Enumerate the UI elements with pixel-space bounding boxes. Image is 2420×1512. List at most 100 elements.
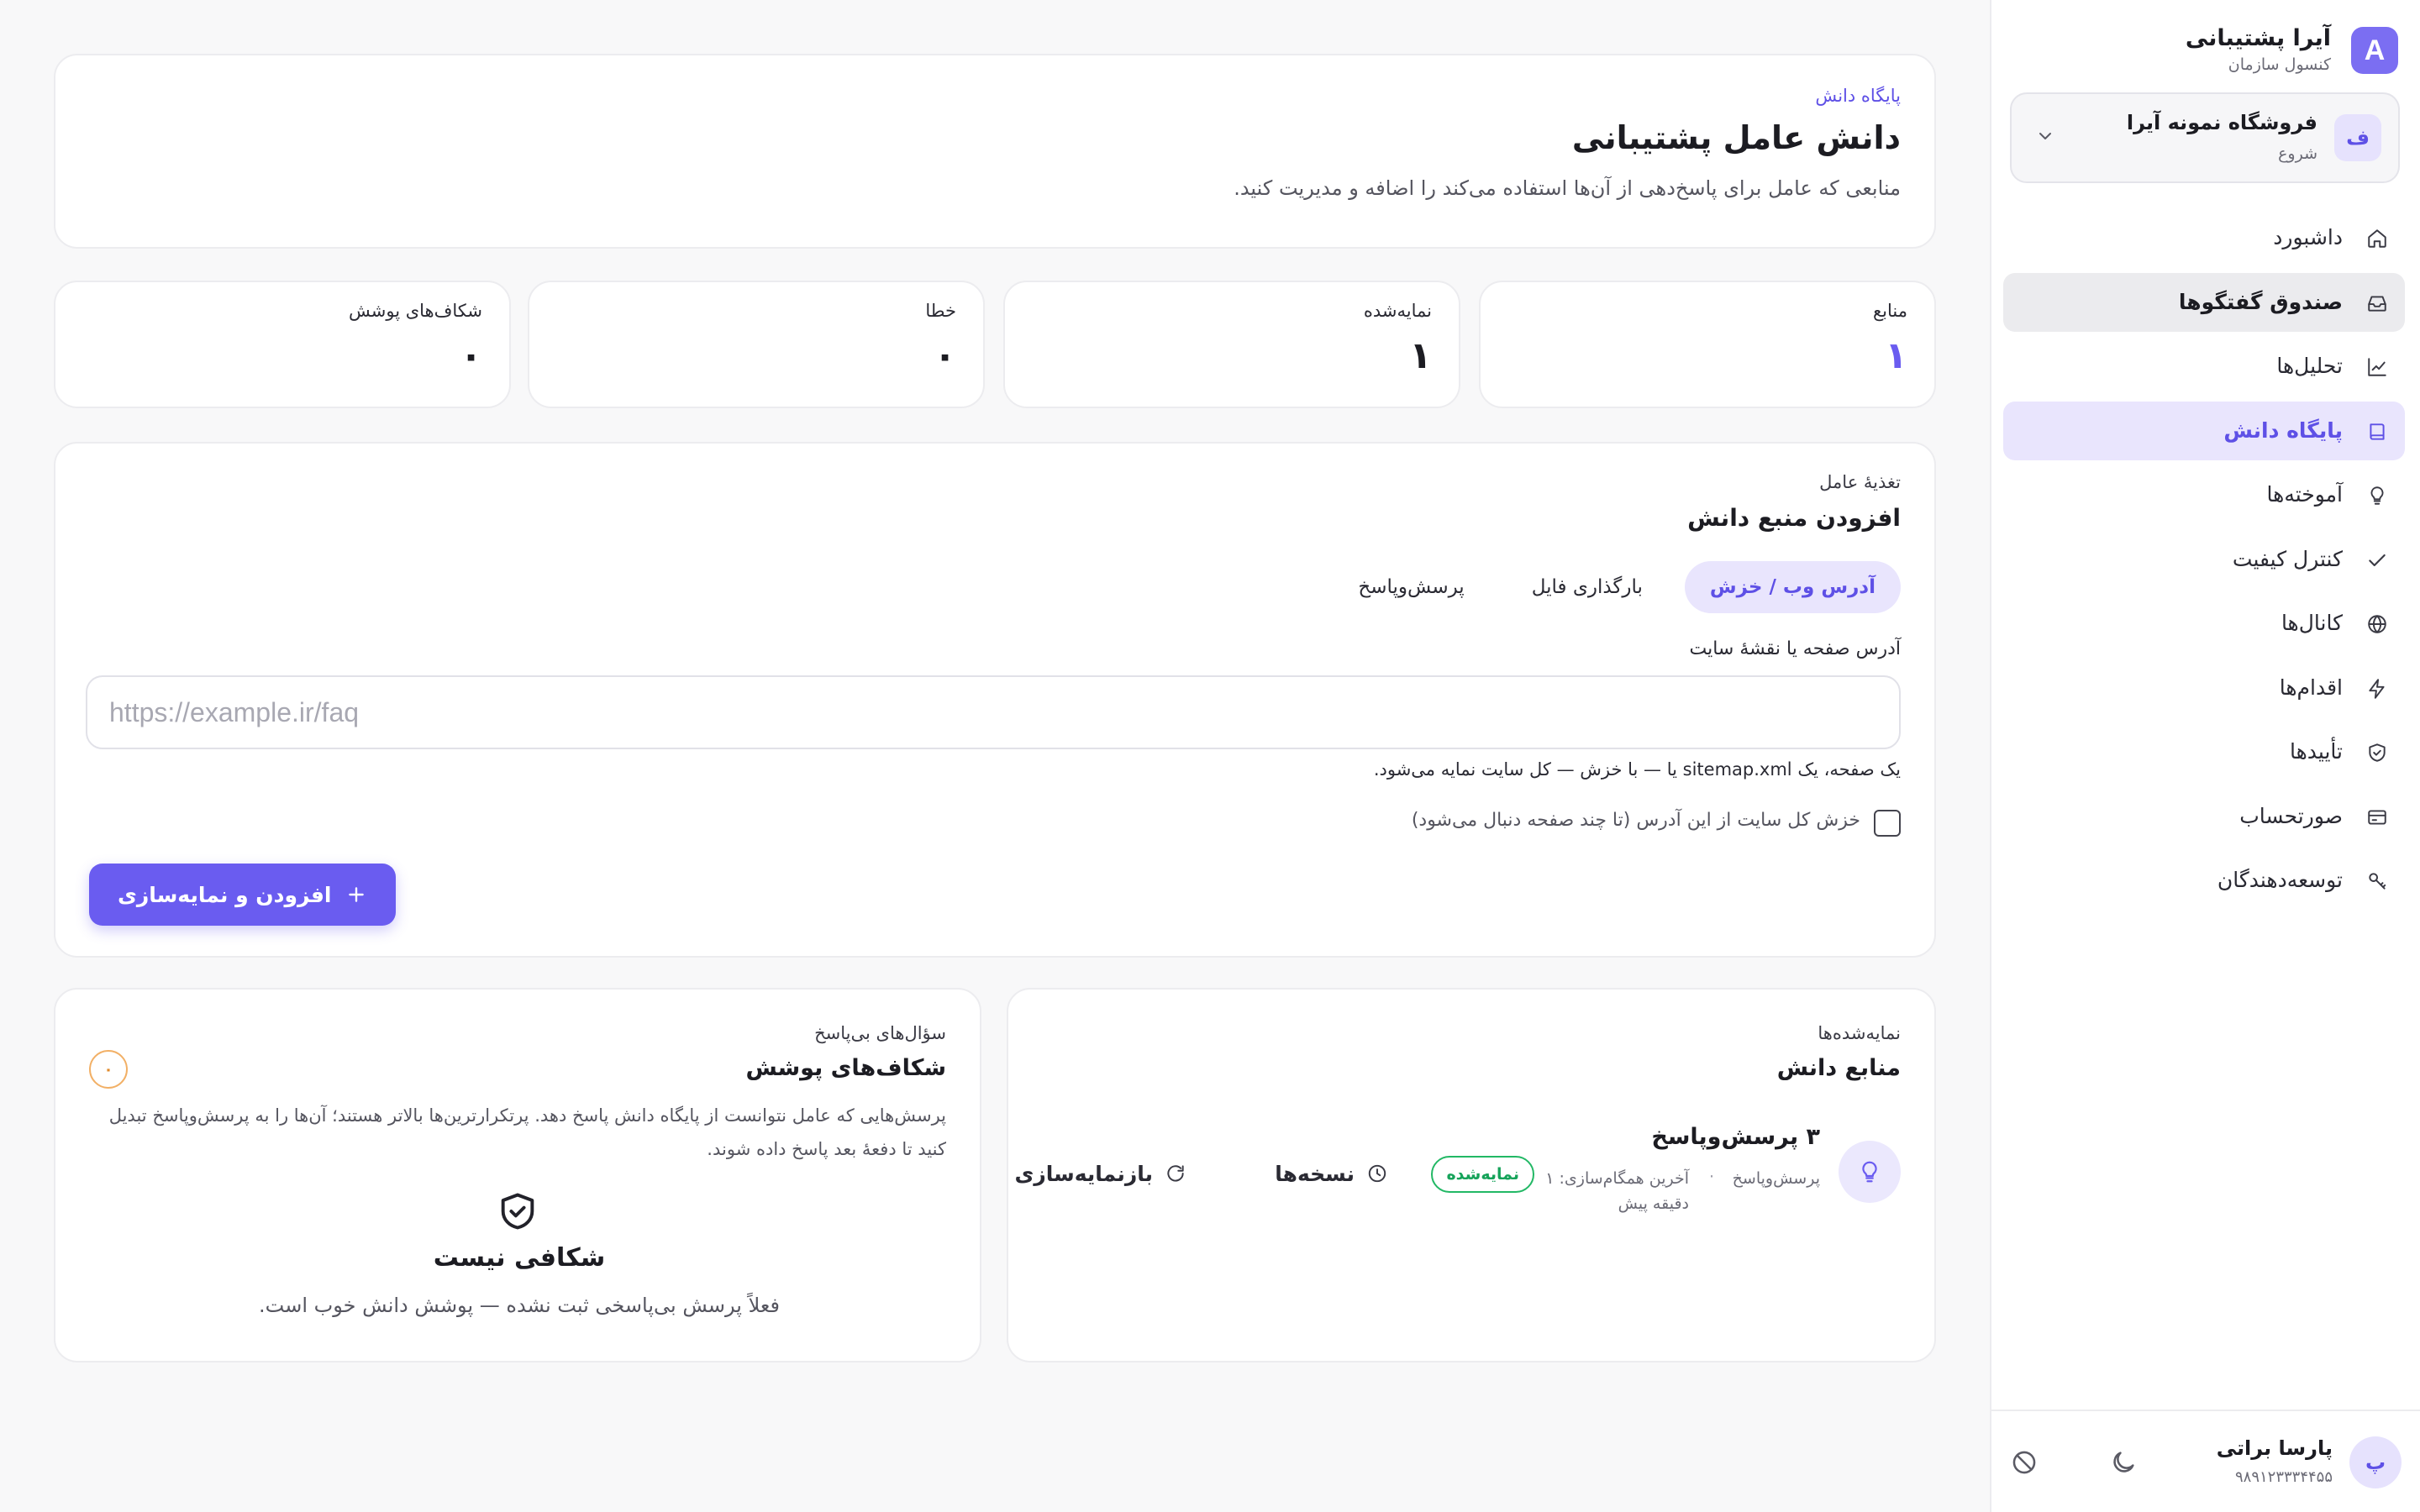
stat-value: ۱ <box>1885 334 1907 377</box>
section-eyebrow: سؤال‌های بی‌پاسخ <box>814 1023 946 1043</box>
book-icon <box>2366 421 2388 443</box>
gap-count-badge: ۰ <box>89 1050 128 1089</box>
sidebar-item-developers[interactable]: توسعه‌دهندگان <box>2003 851 2405 910</box>
status-badge: نمایه‌شده <box>1431 1156 1534 1193</box>
home-icon <box>2366 228 2388 249</box>
plus-icon <box>345 884 367 906</box>
lightbulb-icon <box>1839 1141 1901 1203</box>
org-plan: شروع <box>2278 144 2317 163</box>
breadcrumb[interactable]: پایگاه دانش <box>1815 86 1901 106</box>
sidebar-item-inbox[interactable]: صندوق گفتگوها <box>2003 272 2405 332</box>
moon-icon[interactable] <box>2109 1448 2138 1477</box>
lightbulb-icon <box>2366 485 2388 507</box>
reindex-button[interactable]: بازنمایه‌سازی <box>1014 1152 1186 1194</box>
stat-value: ۰ <box>460 334 482 377</box>
placeholder <box>2328 1448 2356 1477</box>
sidebar-item-dashboard[interactable]: داشبورد <box>2003 208 2405 267</box>
refresh-icon <box>1165 1163 1186 1184</box>
page-title: دانش عامل پشتیبانی <box>1571 119 1901 156</box>
sidebar-item-analytics[interactable]: تحلیل‌ها <box>2003 337 2405 396</box>
add-and-index-button[interactable]: افزودن و نمایه‌سازی <box>89 864 396 926</box>
stat-card-sources: منابع ۱ <box>1479 281 1936 408</box>
tab-file-upload[interactable]: بارگذاری فایل <box>1507 561 1668 613</box>
page-header: پایگاه دانش دانش عامل پشتیبانی منابعی که… <box>54 54 1936 249</box>
url-hint: یک صفحه، یک sitemap.xml یا — با خزش — کل… <box>1373 759 1901 780</box>
sidebar-item-approvals[interactable]: تأییدها <box>2003 722 2405 781</box>
sidebar-item-learnings[interactable]: آموخته‌ها <box>2003 465 2405 524</box>
section-title: شکاف‌های پوشش <box>745 1055 946 1081</box>
stat-card-errors: خطا ۰ <box>528 281 985 408</box>
page-description: منابعی که عامل برای پاسخ‌دهی از آن‌ها اس… <box>1234 176 1901 200</box>
versions-button[interactable]: نسخه‌ها <box>1275 1152 1388 1194</box>
button-label: بازنمایه‌سازی <box>1014 1161 1153 1186</box>
coverage-gaps-card: سؤال‌های بی‌پاسخ شکاف‌های پوشش ۰ پرسش‌ها… <box>54 988 981 1362</box>
stat-label: منابع <box>1872 301 1907 321</box>
sidebar-item-label: اقدام‌ها <box>2279 675 2343 700</box>
crawl-option: خزش کل سایت از این آدرس (تا چند صفحه دنب… <box>892 808 1901 837</box>
section-title: افزودن منبع دانش <box>1687 504 1901 532</box>
brand-name: آیرا پشتیبانی <box>2185 25 2331 51</box>
source-last-sync: آخرین همگام‌سازی: ۱ دقیقه پیش <box>1545 1169 1689 1213</box>
stat-value: ۱ <box>1409 334 1432 377</box>
check-icon <box>2366 549 2388 571</box>
source-type-tabs: آدرس وب / خزش بارگذاری فایل پرسش‌وپاسخ <box>1333 561 1901 613</box>
bolt-icon <box>2366 678 2388 700</box>
tab-qa[interactable]: پرسش‌وپاسخ <box>1333 561 1489 613</box>
source-title: ۳ پرسش‌وپاسخ <box>1651 1124 1820 1150</box>
user-panel: پ پارسا براتی ۹۸۹۱۲۳۳۳۴۴۵۵ <box>1991 1410 2420 1512</box>
stat-label: شکاف‌های پوشش <box>348 301 482 321</box>
chevron-down-icon <box>2035 126 2055 146</box>
knowledge-sources-card: نمایه‌شده‌ها منابع دانش ۳ پرسش‌وپاسخ پرس… <box>1007 988 1936 1362</box>
crawl-checkbox-label[interactable]: خزش کل سایت از این آدرس (تا چند صفحه دنب… <box>1412 810 1860 831</box>
url-input[interactable] <box>86 675 1901 749</box>
stat-label: خطا <box>925 301 956 321</box>
source-type: پرسش‌وپاسخ <box>1732 1169 1820 1188</box>
shield-check-icon <box>496 1189 539 1233</box>
url-field-label: آدرس صفحه یا نقشهٔ سایت <box>1689 638 1901 659</box>
tab-web-crawl[interactable]: آدرس وب / خزش <box>1684 561 1901 613</box>
sidebar: A آیرا پشتیبانی کنسول سازمان ف فروشگاه ن… <box>1990 0 2420 1512</box>
brand[interactable]: A آیرا پشتیبانی کنسول سازمان <box>2012 24 2398 74</box>
empty-state-description: فعلاً پرسش بی‌پاسخی ثبت نشده — پوشش دانش… <box>259 1294 780 1317</box>
avatar[interactable]: پ <box>2349 1436 2402 1488</box>
sidebar-item-quality-control[interactable]: کنترل کیفیت <box>2003 530 2405 589</box>
sidebar-item-label: توسعه‌دهندگان <box>2217 868 2343 892</box>
sidebar-item-label: داشبورد <box>2273 225 2343 249</box>
org-name: فروشگاه نمونه آیرا <box>2126 111 2317 134</box>
org-avatar: ف <box>2334 114 2381 161</box>
logout-icon[interactable] <box>2010 1448 2039 1477</box>
globe-icon <box>2366 613 2388 635</box>
gaps-description: پرسش‌هایی که عامل نتوانست از پایگاه دانش… <box>108 1105 946 1159</box>
chart-icon <box>2366 356 2388 378</box>
section-title: منابع دانش <box>1776 1055 1901 1081</box>
sidebar-item-label: تأییدها <box>2289 739 2343 764</box>
sidebar-item-channels[interactable]: کانال‌ها <box>2003 594 2405 653</box>
section-eyebrow: تغذیهٔ عامل <box>1819 472 1901 492</box>
list-item: ۳ پرسش‌وپاسخ پرسش‌وپاسخ · آخرین همگام‌سا… <box>1014 1124 1901 1216</box>
sidebar-item-label: کنترل کیفیت <box>2232 546 2343 571</box>
card-icon <box>2366 806 2388 828</box>
brand-logo: A <box>2351 27 2398 74</box>
button-label: نسخه‌ها <box>1275 1161 1355 1186</box>
sidebar-item-label: صورتحساب <box>2239 803 2343 828</box>
inbox-icon <box>2366 292 2388 314</box>
sidebar-item-label: پایگاه دانش <box>2223 417 2343 443</box>
sidebar-item-billing[interactable]: صورتحساب <box>2003 787 2405 846</box>
button-label: افزودن و نمایه‌سازی <box>118 882 332 907</box>
sidebar-item-label: تحلیل‌ها <box>2276 354 2343 378</box>
stat-card-coverage-gaps: شکاف‌های پوشش ۰ <box>54 281 511 408</box>
sidebar-item-actions[interactable]: اقدام‌ها <box>2003 659 2405 717</box>
clock-icon <box>1366 1163 1388 1184</box>
sidebar-nav: داشبورد صندوق گفتگوها تحلیل‌ها پایگاه دا… <box>2003 208 2405 916</box>
sidebar-item-knowledge-base[interactable]: پایگاه دانش <box>2003 401 2405 460</box>
org-switcher[interactable]: ف فروشگاه نمونه آیرا شروع <box>2010 92 2400 183</box>
user-name: پارسا براتی <box>2216 1436 2333 1460</box>
crawl-checkbox[interactable] <box>1874 810 1901 837</box>
user-phone: ۹۸۹۱۲۳۳۳۴۴۵۵ <box>2234 1468 2333 1486</box>
separator: · <box>1708 1168 1714 1186</box>
add-source-card: تغذیهٔ عامل افزودن منبع دانش آدرس وب / خ… <box>54 442 1936 958</box>
shield-icon <box>2366 742 2388 764</box>
sidebar-item-label: صندوق گفتگوها <box>2178 289 2343 314</box>
stat-value: ۰ <box>934 334 956 377</box>
section-eyebrow: نمایه‌شده‌ها <box>1818 1023 1901 1043</box>
